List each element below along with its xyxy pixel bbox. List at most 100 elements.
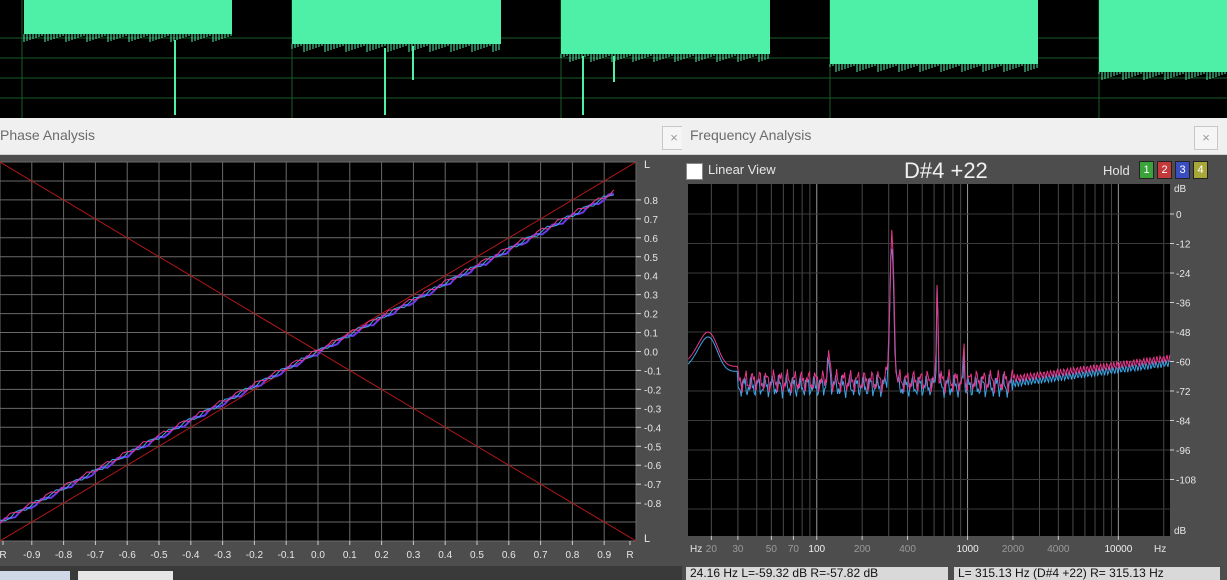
freq-db-tick-label: -84	[1176, 417, 1191, 428]
freq-db-tick-label: -72	[1176, 387, 1191, 398]
linear-view-checkbox[interactable]	[686, 163, 703, 180]
phase-toolbar-field[interactable]	[78, 571, 173, 580]
phase-titlebar[interactable]: Phase Analysis ×	[0, 118, 682, 155]
phase-plot: L L 0.8 0.7 0.6 0.5 0.4 0.3 0.2 0.1 0.0 -0.1 -0.2 -0.…	[0, 159, 662, 561]
waveform-fringe	[1098, 72, 1226, 80]
status-peak-readout: L= 315.13 Hz (D#4 +22) R= 315.13 Hz	[954, 567, 1220, 580]
freq-db-tick-label: -60	[1176, 358, 1191, 369]
phase-x-tick-label: 0.6	[502, 550, 516, 561]
phase-y-tick-label: 0.1	[644, 329, 658, 340]
freq-db-unit-bottom: dB	[1174, 526, 1187, 537]
phase-y-tick-label: -0.1	[644, 366, 662, 377]
waveform-canvas[interactable]	[0, 0, 1227, 118]
waveform-segment	[292, 0, 501, 44]
freq-hz-tick-label: 70	[788, 544, 800, 555]
freq-db-tick-label: -96	[1176, 446, 1191, 457]
hold-button-3[interactable]: 3	[1175, 161, 1190, 179]
note-readout: D#4 +22	[904, 158, 988, 183]
phase-x-tick-label: -0.2	[246, 550, 264, 561]
freq-hz-unit-right: Hz	[1154, 544, 1166, 555]
hold-button-group: 1 2 3 4	[1139, 161, 1211, 179]
hold-button-1[interactable]: 1	[1139, 161, 1154, 179]
hold-button-4[interactable]: 4	[1193, 161, 1208, 179]
waveform-fringe	[829, 64, 1038, 72]
phase-y-tick-label: 0.4	[644, 272, 658, 283]
hold-button-2[interactable]: 2	[1157, 161, 1172, 179]
waveform-segment	[561, 0, 770, 54]
phase-y-tick-label: 0.8	[644, 196, 658, 207]
phase-x-tick-label: 0.4	[438, 550, 452, 561]
frequency-analysis-window: Frequency Analysis × Linear View D#4 +22…	[682, 118, 1227, 580]
phase-y-tick-label: -0.5	[644, 442, 662, 453]
phase-close-button[interactable]: ×	[662, 126, 682, 150]
waveform-segment	[830, 0, 1038, 64]
phase-x-tick-label: 0.2	[375, 550, 389, 561]
phase-x-tick-label: 0.1	[343, 550, 357, 561]
waveform-fringe	[291, 44, 500, 52]
phase-x-tick-label: 0.0	[311, 550, 325, 561]
phase-toolbar-control[interactable]	[0, 571, 70, 580]
phase-y-tick-label: -0.2	[644, 385, 662, 396]
freq-db-unit-top: dB	[1174, 184, 1187, 195]
phase-y-tick-label: -0.6	[644, 461, 662, 472]
frequency-window-title: Frequency Analysis	[690, 127, 812, 143]
phase-x-tick-label: -0.4	[182, 550, 200, 561]
phase-y-tick-label: 0.6	[644, 234, 658, 245]
freq-hz-tick-label: 4000	[1047, 544, 1070, 555]
phase-x-tick-label: 0.3	[406, 550, 420, 561]
frequency-titlebar[interactable]: Frequency Analysis ×	[682, 118, 1227, 155]
status-cursor-readout: 24.16 Hz L=-59.32 dB R=-57.82 dB	[686, 567, 948, 580]
waveform-segment	[1099, 0, 1227, 72]
phase-x-tick-label: -0.8	[55, 550, 73, 561]
freq-hz-tick-label: 2000	[1002, 544, 1025, 555]
phase-y-tick-label: -0.4	[644, 423, 662, 434]
freq-hz-tick-label: 400	[899, 544, 916, 555]
phase-x-tick-label: 0.9	[597, 550, 611, 561]
hold-label: Hold	[1103, 163, 1130, 178]
phase-analysis-window: Phase Analysis × L L 0.8 0.7 0.6 0.5 0.4 0.3 0.2…	[0, 118, 682, 580]
freq-db-tick-label: -12	[1176, 240, 1191, 251]
phase-x-tick-label: -0.7	[87, 550, 105, 561]
linear-view-label: Linear View	[708, 162, 776, 177]
phase-x-tick-label: 0.5	[470, 550, 484, 561]
freq-db-tick-label: 0	[1176, 210, 1182, 221]
phase-y-tick-label: 0.7	[644, 215, 658, 226]
freq-hz-tick-label: 30	[732, 544, 744, 555]
waveform-view[interactable]	[0, 0, 1227, 118]
phase-x-tick-label: -0.9	[23, 550, 41, 561]
phase-x-tick-label: -0.6	[119, 550, 137, 561]
phase-y-tick-label: -0.3	[644, 404, 662, 415]
phase-x-tick-label: -0.3	[214, 550, 232, 561]
phase-y-tick-label: 0.5	[644, 253, 658, 264]
freq-db-tick-label: -48	[1176, 328, 1191, 339]
phase-x-tick-label: 0.8	[565, 550, 579, 561]
freq-hz-tick-label: 50	[766, 544, 778, 555]
freq-db-tick-label: -36	[1176, 299, 1191, 310]
phase-x-tick-label: R	[626, 550, 633, 561]
freq-hz-tick-label: 20	[706, 544, 718, 555]
phase-y-tick-label: 0.2	[644, 310, 658, 321]
frequency-plot: dB 0 -12 -24 -36 -48 -60 -72 -84 -96 -108 dB Hz 20 30 5…	[687, 184, 1196, 555]
freq-hz-tick-label: 10000	[1104, 544, 1132, 555]
frequency-close-button[interactable]: ×	[1194, 126, 1218, 150]
phase-x-tick-label: -0.5	[150, 550, 168, 561]
freq-hz-unit-left: Hz	[690, 544, 702, 555]
waveform-segment	[24, 0, 232, 34]
phase-window-title: Phase Analysis	[0, 127, 95, 143]
phase-x-tick-label: 0.7	[534, 550, 548, 561]
phase-y-tick-label: -0.8	[644, 499, 662, 510]
phase-x-tick-label: -0.1	[278, 550, 296, 561]
phase-y-tick-label: 0.0	[644, 348, 658, 359]
frequency-plot-area	[688, 184, 1170, 536]
freq-hz-tick-label: 100	[808, 544, 825, 555]
phase-y-tick-label: 0.3	[644, 291, 658, 302]
freq-db-tick-label: -24	[1176, 269, 1191, 280]
phase-axis-label-l-bottom: L	[644, 533, 650, 545]
freq-hz-tick-label: 1000	[956, 544, 979, 555]
phase-y-tick-label: -0.7	[644, 480, 662, 491]
freq-db-tick-label: -108	[1176, 476, 1196, 487]
freq-hz-tick-label: 200	[854, 544, 871, 555]
phase-x-tick-label: R	[0, 550, 7, 561]
phase-bottom-toolbar	[0, 566, 682, 580]
phase-axis-label-l-top: L	[644, 159, 650, 171]
